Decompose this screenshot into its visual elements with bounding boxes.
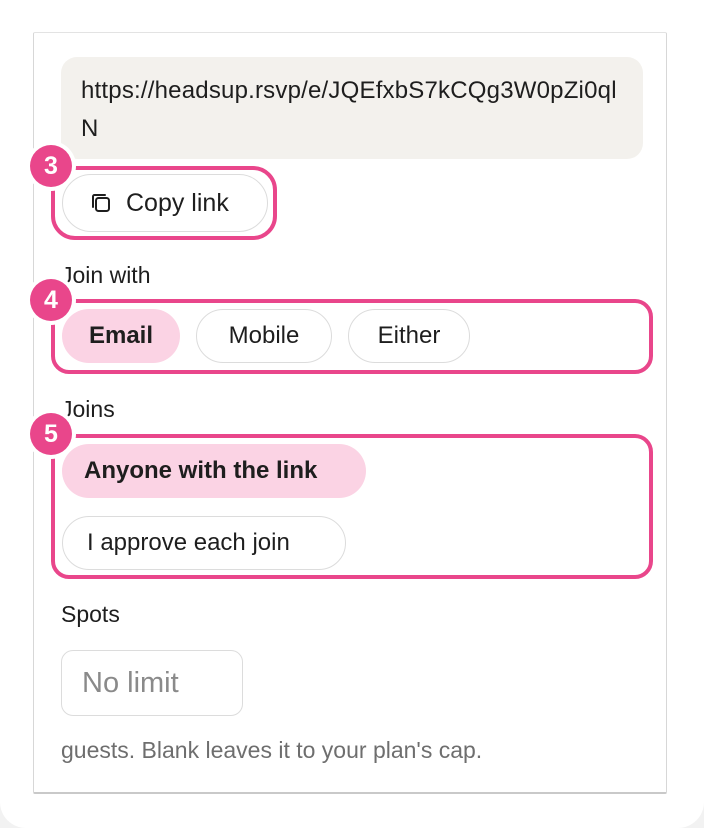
step-badge-5: 5 (30, 413, 72, 455)
copy-link-button[interactable]: Copy link (62, 174, 268, 232)
spots-input[interactable] (61, 650, 243, 716)
spots-helper-text: guests. Blank leaves it to your plan's c… (61, 737, 483, 763)
copy-icon (92, 194, 110, 212)
modal-sheet: https://headsup.rsvp/e/JQEfxbS7kCQg3W0pZ… (0, 0, 704, 828)
step-badge-3: 3 (30, 145, 72, 187)
join-with-label: Join with (61, 262, 151, 288)
join-option-either[interactable]: Either (348, 309, 470, 363)
joins-option-anyone[interactable]: Anyone with the link (62, 444, 366, 498)
join-option-email[interactable]: Email (62, 309, 180, 363)
joins-label: Joins (61, 396, 115, 422)
step-badge-4: 4 (30, 279, 72, 321)
invite-link-box: https://headsup.rsvp/e/JQEfxbS7kCQg3W0pZ… (61, 57, 643, 159)
copy-link-label: Copy link (126, 188, 229, 217)
joins-option-approve[interactable]: I approve each join (62, 516, 346, 570)
page: https://headsup.rsvp/e/JQEfxbS7kCQg3W0pZ… (0, 0, 704, 828)
spots-label: Spots (61, 601, 120, 627)
join-option-mobile[interactable]: Mobile (196, 309, 332, 363)
